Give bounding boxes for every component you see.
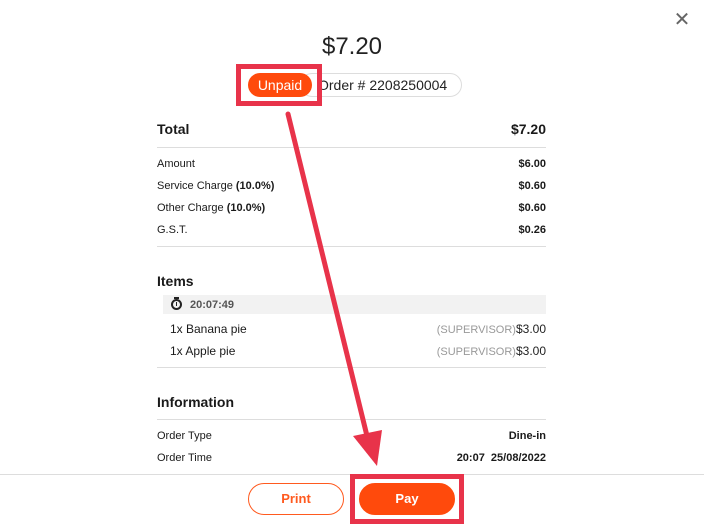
summary-value: $0.60 xyxy=(518,202,546,214)
summary-row-other-charge: Other Charge (10.0%) $0.60 xyxy=(157,199,546,217)
divider xyxy=(157,419,546,420)
item-time: 20:07:49 xyxy=(190,298,235,311)
item-price: $3.00 xyxy=(515,344,546,358)
item-name: 1x Banana pie xyxy=(170,322,247,336)
summary-pct: (10.0%) xyxy=(235,180,275,192)
summary-row-amount: Amount $6.00 xyxy=(157,155,546,173)
item-time-bar: 20:07:49 xyxy=(163,295,546,314)
items-heading: Items xyxy=(157,273,194,289)
summary-label: Service Charge xyxy=(157,180,236,192)
divider xyxy=(157,246,546,247)
summary-label: Other Charge xyxy=(157,202,227,214)
order-badges: Order # 2208250004 Unpaid xyxy=(248,73,462,97)
summary-value: $0.26 xyxy=(518,224,546,236)
total-value: $7.20 xyxy=(510,121,546,137)
status-badge: Unpaid xyxy=(248,73,312,97)
total-amount-title: $7.20 xyxy=(321,33,383,60)
order-number-label: Order # 2208250004 xyxy=(318,77,448,93)
summary-value: $6.00 xyxy=(518,158,546,170)
close-icon[interactable]: ✕ xyxy=(672,10,692,30)
summary-label: G.S.T. xyxy=(157,224,188,236)
summary-label: Amount xyxy=(157,158,195,170)
summary-row-service-charge: Service Charge (10.0%) $0.60 xyxy=(157,177,546,195)
total-label: Total xyxy=(157,121,190,137)
summary-pct: (10.0%) xyxy=(226,202,266,214)
stopwatch-icon xyxy=(171,297,182,310)
item-tag: (SUPERVISOR) xyxy=(436,324,516,336)
item-tag: (SUPERVISOR) xyxy=(436,346,516,358)
list-item: 1x Banana pie (SUPERVISOR)$3.00 xyxy=(170,320,546,338)
info-value: Dine-in xyxy=(508,430,546,442)
summary-value: $0.60 xyxy=(518,180,546,192)
footer-divider xyxy=(0,474,704,475)
item-price: $3.00 xyxy=(515,322,546,336)
print-button[interactable]: Print xyxy=(248,483,344,515)
info-row-order-type: Order Type Dine-in xyxy=(157,427,546,445)
list-item: 1x Apple pie (SUPERVISOR)$3.00 xyxy=(170,342,546,360)
info-label: Order Time xyxy=(157,452,213,464)
summary-row-gst: G.S.T. $0.26 xyxy=(157,221,546,239)
item-name: 1x Apple pie xyxy=(170,344,236,358)
divider xyxy=(157,147,546,148)
divider xyxy=(157,367,546,368)
info-value: 20:07 25/08/2022 xyxy=(456,452,546,464)
info-row-order-time: Order Time 20:07 25/08/2022 xyxy=(157,449,546,467)
info-label: Order Type xyxy=(157,430,212,442)
information-heading: Information xyxy=(157,394,234,410)
total-row: Total $7.20 xyxy=(157,121,546,139)
pay-button[interactable]: Pay xyxy=(359,483,455,515)
